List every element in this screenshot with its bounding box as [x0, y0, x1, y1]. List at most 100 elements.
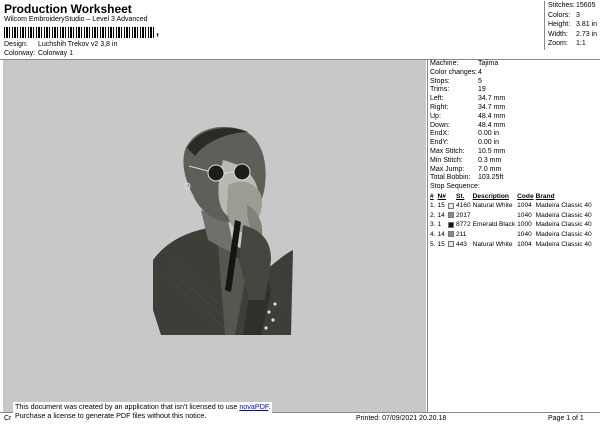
summary-stat-value: 1:1	[576, 40, 586, 47]
machine-info-row: Max Jump: 7.0 mm	[428, 166, 600, 175]
machine-info-row: EndY: 0.00 in	[428, 139, 600, 148]
stop-description: Emerald Black	[472, 221, 516, 229]
machine-info-label: Down:	[430, 121, 450, 129]
color-swatch	[447, 221, 454, 228]
summary-stats: Stitches:15605 Colors: 3 Height: 3.81 in Widt…	[544, 1, 600, 50]
stop-description: Natural White	[472, 202, 513, 210]
summary-stat-value: 3	[576, 11, 580, 19]
summary-stat-label: Zoom:	[548, 40, 568, 47]
stop-code: 1040	[517, 211, 532, 219]
stop-needle: 14	[437, 231, 445, 239]
stop-stitches: 211	[455, 231, 467, 239]
summary-stat-row: Colors: 3	[548, 11, 600, 21]
machine-info-value: 0.00 in	[478, 130, 500, 138]
stop-row: 5. 15 443 Natural White 1004 Madeira Classic …	[430, 239, 594, 249]
stop-code: 1040	[517, 231, 532, 239]
barcode-mark: ,	[156, 26, 160, 38]
stop-brand: Madeira Classic 40	[535, 211, 592, 219]
machine-info-list: Machine: Tajima Color changes:4 Stops: 5 Trim…	[428, 60, 600, 183]
colorway-label: Colorway:	[4, 50, 36, 57]
summary-stat-label: Colors:	[548, 11, 571, 19]
stop-color-cell	[447, 201, 456, 211]
machine-info-value: 7.0 mm	[478, 165, 502, 173]
col-needle: N#	[437, 192, 446, 200]
printed-timestamp: Printed: 07/09/2021 20.20.18	[356, 415, 447, 422]
machine-info-value: 48.4 mm	[478, 112, 506, 120]
stop-code: 1004	[517, 202, 532, 210]
stop-index: 3.	[430, 221, 436, 229]
machine-info-label: Machine:	[430, 60, 459, 67]
stop-stitches: 443	[455, 240, 467, 248]
stop-description	[473, 230, 518, 240]
stop-brand: Madeira Classic 40	[535, 240, 592, 248]
stop-index: 1.	[430, 202, 436, 210]
software-name: Wilcom EmbroideryStudio – Level 3 Advanc…	[4, 16, 148, 23]
machine-info-row: Max Stitch: 10.5 mm	[428, 148, 600, 157]
machine-info-row: Stops: 5	[428, 78, 600, 87]
machine-info-value: 19	[478, 86, 486, 94]
machine-info-label: Stops:	[430, 77, 450, 85]
machine-info-row: Min Stitch: 0.3 mm	[428, 157, 600, 166]
machine-info-value: 5	[478, 77, 482, 85]
summary-stat-label: Width:	[548, 30, 568, 38]
machine-info-label: EndY:	[430, 139, 449, 147]
machine-info-label: Max Stitch:	[430, 147, 465, 155]
embroidery-portrait-image	[153, 126, 293, 336]
stop-row: 1. 15 4160 Natural White 1004 Madeira Classic…	[430, 201, 594, 211]
stop-needle: 15	[437, 240, 445, 248]
stop-stitches: 8772	[455, 221, 471, 229]
summary-stat-label: Height:	[548, 21, 571, 28]
machine-info-row: Right: 34.7 mm	[428, 104, 600, 113]
machine-info-label: Left:	[430, 95, 444, 103]
stop-brand: Madeira Classic 40	[535, 202, 592, 210]
machine-info-row: Trims: 19	[428, 86, 600, 95]
machine-info-label: Min Stitch:	[430, 156, 463, 164]
col-stitches: St.	[455, 192, 465, 200]
color-swatch	[447, 202, 454, 209]
machine-info-label: Up:	[430, 112, 441, 120]
summary-stat-row: Zoom: 1:1	[548, 39, 600, 49]
col-description: Description	[472, 192, 509, 200]
machine-info-row: Down: 48.4 mm	[428, 122, 600, 131]
machine-info-value: 103.25ft	[478, 174, 504, 182]
stop-row: 2. 14 2017 1040 Madeira Classic 40	[430, 211, 594, 221]
stop-sequence-header-row: # N# St. Description Code Brand	[430, 192, 594, 201]
stop-color-cell	[447, 230, 456, 240]
stop-code: 1004	[517, 240, 532, 248]
machine-info-label: Total Bobbin:	[430, 174, 471, 182]
summary-stat-row: Width: 2.73 in	[548, 30, 600, 40]
color-swatch	[447, 240, 454, 247]
machine-info-row: Total Bobbin: 103.25ft	[428, 174, 600, 183]
novapdf-link[interactable]: novaPDF	[239, 402, 268, 411]
stop-color-cell	[447, 211, 456, 221]
footer-left-text: Cr	[4, 415, 12, 422]
col-color	[448, 192, 456, 201]
machine-info-row: Machine: Tajima	[428, 60, 600, 69]
stop-row: 4. 14 211 1040 Madeira Classic 40	[430, 230, 594, 240]
machine-info-value: 34.7 mm	[478, 103, 506, 111]
machine-info-label: EndX:	[430, 130, 450, 138]
machine-info-value: 10.5 mm	[478, 147, 506, 155]
notice-line1-end: .	[268, 402, 271, 411]
color-swatch	[447, 231, 454, 238]
stop-needle: 1	[437, 221, 442, 229]
stop-color-cell	[447, 239, 456, 249]
colorway-row: Colorway: Colorway 1	[4, 50, 73, 57]
stop-index: 5.	[430, 240, 436, 248]
machine-info-value: 48.4 mm	[478, 121, 506, 129]
stop-description: Natural White	[472, 240, 513, 248]
stop-index: 2.	[430, 211, 436, 219]
stop-sequence-table: # N# St. Description Code Brand 1. 15 4160…	[430, 192, 594, 249]
col-index: #	[430, 192, 434, 200]
color-swatch	[447, 212, 454, 219]
machine-info-label: Right:	[430, 103, 449, 111]
machine-info-label: Trims:	[430, 86, 450, 94]
design-row: Design: Luchshih Trekov v2 3,8 in	[4, 41, 117, 48]
stop-brand: Madeira Classic 40	[535, 231, 592, 239]
stop-code: 1000	[517, 221, 532, 229]
summary-stat-value: 3.81 in	[576, 21, 598, 28]
page-number: Page 1 of 1	[548, 415, 584, 422]
stop-needle: 15	[437, 202, 445, 210]
license-notice: This document was created by an applicat…	[13, 402, 273, 420]
machine-info-row: EndX: 0.00 in	[428, 130, 600, 139]
